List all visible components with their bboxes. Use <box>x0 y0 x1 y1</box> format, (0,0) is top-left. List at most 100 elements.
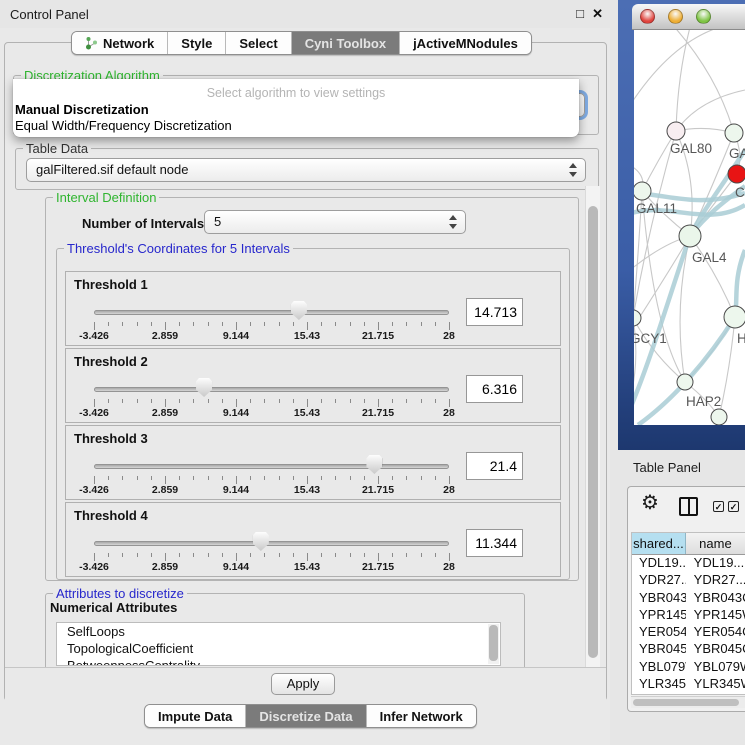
table-row[interactable]: YER054CYER054C <box>632 624 745 641</box>
table-data-combobox[interactable]: galFiltered.sif default node <box>26 158 586 182</box>
slider-track[interactable] <box>94 310 449 315</box>
node-attribute-table[interactable]: shared... name YDL19...YDL19...YDR27...Y… <box>631 532 745 695</box>
slider-track[interactable] <box>94 387 449 392</box>
cell-name[interactable]: YLR345W <box>686 676 745 693</box>
numerical-attributes-list[interactable]: SelfLoopsTopologicalCoefficientBetweenne… <box>56 622 501 666</box>
cell-name[interactable]: YBR043C <box>686 590 745 607</box>
threshold-value-field[interactable]: 6.316 <box>466 375 523 403</box>
slider-thumb[interactable] <box>366 455 382 474</box>
tab-infer-network[interactable]: Infer Network <box>367 705 476 727</box>
cell-name[interactable]: YDR27... <box>686 572 745 589</box>
attributes-list-scrollbar[interactable] <box>488 624 499 664</box>
cell-shared-name[interactable]: YBL079W <box>632 659 686 676</box>
gear-icon[interactable]: ⚙ <box>641 493 659 513</box>
checkbox-icon[interactable]: ✓ <box>713 501 724 512</box>
table-horizontal-scrollbar[interactable] <box>631 696 745 708</box>
network-canvas[interactable]: GAL80GACGAL11GAL4GCY1HHAP2 <box>634 30 745 425</box>
slider-thumb[interactable] <box>291 301 307 320</box>
cell-shared-name[interactable]: YIL052C <box>632 693 686 695</box>
attribute-list-item[interactable]: SelfLoops <box>57 623 500 640</box>
cell-name[interactable]: YPR145W <box>686 607 745 624</box>
network-edge[interactable] <box>642 131 676 191</box>
network-edge[interactable] <box>648 30 734 133</box>
dropdown-item-manual-discretization[interactable]: Manual Discretization <box>13 102 579 118</box>
attribute-list-item[interactable]: BetweennessCentrality <box>57 657 500 666</box>
network-node-GAL-right[interactable] <box>725 124 743 142</box>
cyni-toolbox-content: Discretization Algorithm Select algorith… <box>4 42 607 701</box>
network-node-bottom-node[interactable] <box>711 409 727 425</box>
threshold-value-field[interactable]: 11.344 <box>466 529 523 557</box>
slider-track[interactable] <box>94 464 449 469</box>
network-node-GAL11[interactable] <box>634 182 651 200</box>
slider-thumb[interactable] <box>253 532 269 551</box>
number-of-intervals-combobox[interactable]: 5 <box>204 210 466 234</box>
table-row[interactable]: YBL079WYBL079W <box>632 659 745 676</box>
close-icon[interactable]: ✕ <box>592 6 603 22</box>
cell-shared-name[interactable]: YDL19... <box>632 555 686 572</box>
network-node-label: GA <box>729 146 745 161</box>
tab-discretize-data[interactable]: Discretize Data <box>246 705 366 727</box>
network-node-HAP2[interactable] <box>677 374 693 390</box>
scrollbar-thumb[interactable] <box>633 699 739 706</box>
column-header-shared-name[interactable]: shared... <box>632 533 686 554</box>
table-body: YDL19...YDL19...YDR27...YDR27...YBR043CY… <box>632 555 745 695</box>
threshold-panel-2: Threshold 2-3.4262.8599.14415.4321.71528… <box>65 348 561 423</box>
network-node-H-node[interactable] <box>724 306 745 328</box>
cell-shared-name[interactable]: YER054C <box>632 624 686 641</box>
cell-shared-name[interactable]: YBR043C <box>632 590 686 607</box>
cell-name[interactable]: YDL19... <box>686 555 745 572</box>
tab-impute-data[interactable]: Impute Data <box>145 705 246 727</box>
cell-name[interactable]: YBL079W <box>686 659 745 676</box>
tab-label: Cyni Toolbox <box>305 36 386 51</box>
cell-shared-name[interactable]: YPR145W <box>632 607 686 624</box>
cell-shared-name[interactable]: YBR045C <box>632 641 686 658</box>
table-row[interactable]: YBR043CYBR043C <box>632 590 745 607</box>
network-edge[interactable] <box>676 30 698 131</box>
tab-cyni-toolbox[interactable]: Cyni Toolbox <box>292 32 400 54</box>
threshold-value-field[interactable]: 14.713 <box>466 298 523 326</box>
table-row[interactable]: YLR345WYLR345W <box>632 676 745 693</box>
network-node-GAL80[interactable] <box>667 122 685 140</box>
control-panel-titlebar: Control Panel □ ✕ <box>0 0 610 28</box>
slider-thumb[interactable] <box>196 378 212 397</box>
cell-name[interactable]: YER054C <box>686 624 745 641</box>
table-row[interactable]: YPR145WYPR145W <box>632 607 745 624</box>
network-node-red-node[interactable] <box>728 165 745 183</box>
table-row[interactable]: YDR27...YDR27... <box>632 572 745 589</box>
mac-zoom-button[interactable] <box>696 9 711 24</box>
table-row[interactable]: YDL19...YDL19... <box>632 555 745 572</box>
dropdown-item-equal-width-frequency[interactable]: Equal Width/Frequency Discretization <box>13 118 579 134</box>
float-window-icon[interactable]: □ <box>576 6 584 21</box>
table-row[interactable]: YIL052CYIL052C <box>632 693 745 695</box>
split-columns-icon[interactable] <box>679 497 698 516</box>
network-node-GAL4[interactable] <box>679 225 701 247</box>
cell-shared-name[interactable]: YLR345W <box>632 676 686 693</box>
attribute-list-item[interactable]: TopologicalCoefficient <box>57 640 500 657</box>
checkbox-icon[interactable]: ✓ <box>728 501 739 512</box>
dropdown-placeholder-item[interactable]: Select algorithm to view settings <box>13 79 579 102</box>
cell-name[interactable]: YIL052C <box>686 693 745 695</box>
network-node-GCY1[interactable] <box>634 310 641 326</box>
column-header-name[interactable]: name <box>686 533 745 554</box>
slider-track[interactable] <box>94 541 449 546</box>
network-edge[interactable] <box>642 191 685 382</box>
network-edge[interactable] <box>634 30 745 125</box>
slider-tick-labels: -3.4262.8599.14415.4321.71528 <box>94 484 449 496</box>
apply-button[interactable]: Apply <box>271 673 335 695</box>
mac-minimize-button[interactable] <box>668 9 683 24</box>
table-row[interactable]: YBR045CYBR045C <box>632 641 745 658</box>
tab-network[interactable]: Network <box>72 32 168 54</box>
tab-select[interactable]: Select <box>226 32 291 54</box>
mac-close-button[interactable] <box>640 9 655 24</box>
cell-name[interactable]: YBR045C <box>686 641 745 658</box>
network-node-label: GAL4 <box>692 250 727 265</box>
tab-jactivemnodules[interactable]: jActiveMNodules <box>400 32 531 54</box>
scrollbar-thumb[interactable] <box>588 206 598 658</box>
cell-shared-name[interactable]: YDR27... <box>632 572 686 589</box>
tab-style[interactable]: Style <box>168 32 226 54</box>
settings-vertical-scrollbar[interactable] <box>585 186 600 667</box>
network-window-titlebar[interactable] <box>632 4 745 30</box>
network-view-window: GAL80GACGAL11GAL4GCY1HHAP2 <box>618 0 745 450</box>
threshold-value-field[interactable]: 21.4 <box>466 452 523 480</box>
network-edge[interactable] <box>690 236 735 317</box>
